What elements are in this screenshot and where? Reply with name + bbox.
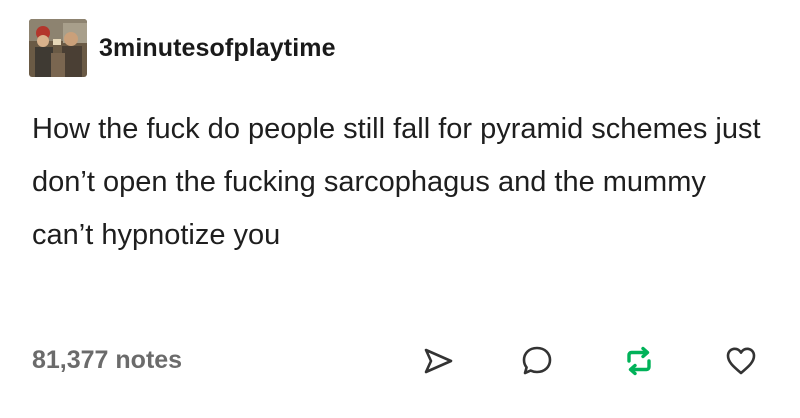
post-footer: 81,377 notes [32, 336, 772, 388]
reblog-button[interactable] [620, 342, 658, 380]
post-text: How the fuck do people still fall for py… [32, 113, 761, 251]
paper-plane-icon [424, 348, 453, 374]
avatar-image [29, 19, 87, 77]
speech-bubble-icon [522, 346, 552, 375]
avatar[interactable] [29, 19, 87, 77]
reblog-arrows-icon [627, 346, 651, 376]
tumblr-post: 3minutesofplaytime How the fuck do peopl… [0, 0, 800, 418]
heart-icon [726, 347, 756, 375]
username[interactable]: 3minutesofplaytime [99, 33, 336, 63]
reply-button[interactable] [518, 342, 556, 380]
like-button[interactable] [722, 342, 760, 380]
notes-count[interactable]: 81,377 notes [32, 344, 182, 376]
post-header: 3minutesofplaytime [29, 18, 336, 78]
share-button[interactable] [419, 342, 457, 380]
